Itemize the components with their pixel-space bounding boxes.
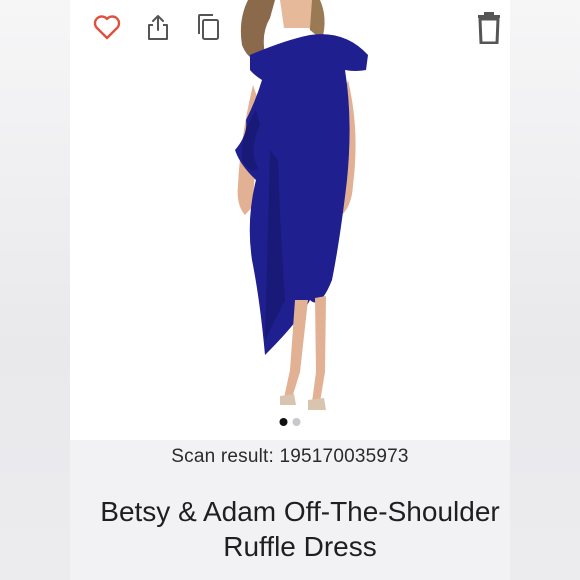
carousel-indicator[interactable] bbox=[279, 418, 301, 426]
share-icon bbox=[148, 15, 168, 40]
product-card: Scan result: 195170035973 Betsy & Adam O… bbox=[70, 0, 510, 580]
favorite-button[interactable] bbox=[90, 10, 124, 44]
left-backdrop bbox=[0, 0, 70, 580]
product-title: Betsy & Adam Off-The-Shoulder Ruffle Dre… bbox=[100, 496, 500, 562]
copy-icon bbox=[198, 14, 219, 40]
carousel-dot[interactable] bbox=[279, 418, 288, 426]
trash-icon bbox=[478, 12, 500, 44]
scan-result-text: Scan result: 195170035973 bbox=[171, 446, 409, 467]
right-backdrop bbox=[510, 0, 580, 580]
share-button[interactable] bbox=[141, 10, 175, 44]
product-info: Scan result: 195170035973 Betsy & Adam O… bbox=[70, 440, 510, 580]
product-photo[interactable] bbox=[70, 0, 510, 440]
delete-button[interactable] bbox=[472, 10, 506, 44]
heart-icon bbox=[93, 15, 121, 40]
copy-button[interactable] bbox=[191, 10, 225, 44]
dress-model-image bbox=[235, 0, 368, 410]
carousel-dot[interactable] bbox=[292, 418, 301, 426]
